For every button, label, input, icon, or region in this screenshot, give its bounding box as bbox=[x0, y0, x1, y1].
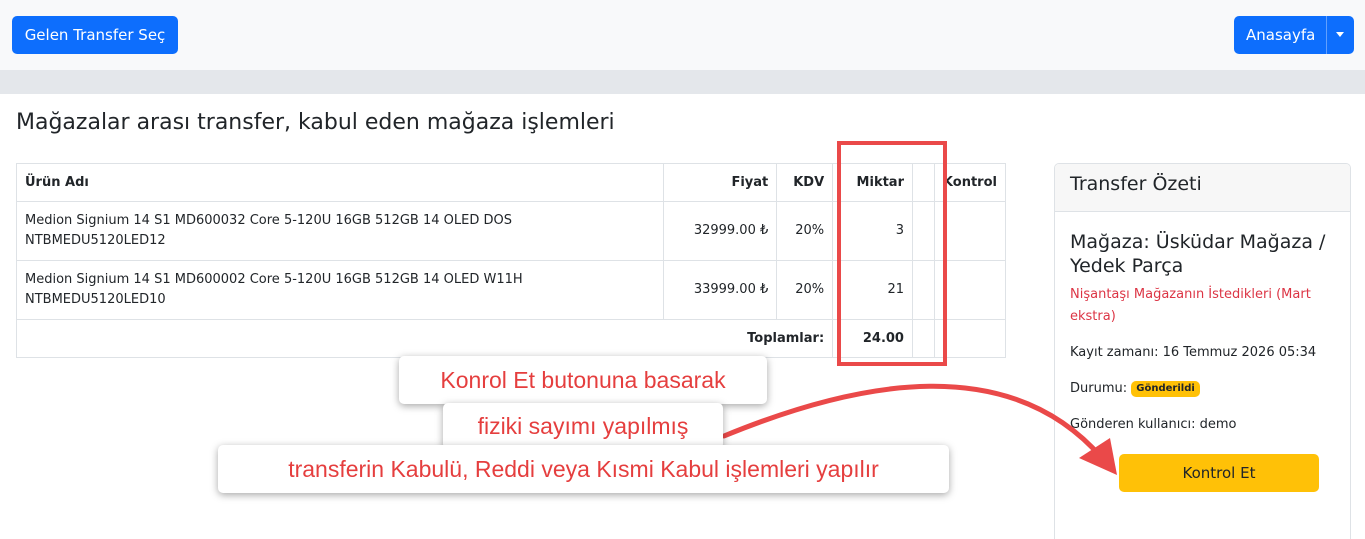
header-quantity: Miktar bbox=[832, 163, 913, 202]
annotation-callout-3: transferin Kabulü, Reddi veya Kısmi Kabu… bbox=[218, 445, 949, 493]
totals-quantity: 24.00 bbox=[832, 319, 913, 358]
kdv-cell: 20% bbox=[776, 201, 834, 261]
annotation-callout-1: Konrol Et butonuna basarak bbox=[399, 356, 767, 404]
transfer-items-table: Ürün Adı Fiyat KDV Miktar Kontrol Medion… bbox=[15, 163, 1007, 358]
header-price: Fiyat bbox=[662, 163, 778, 202]
product-code: NTBMEDU5120LED12 bbox=[25, 233, 166, 248]
transfer-summary-card: Transfer Özeti Mağaza: Üsküdar Mağaza / … bbox=[1054, 163, 1351, 539]
header-empty bbox=[911, 163, 935, 202]
store-name: Mağaza: Üsküdar Mağaza / Yedek Parça bbox=[1070, 231, 1326, 277]
table-header-row: Ürün Adı Fiyat KDV Miktar Kontrol bbox=[16, 163, 1007, 202]
sender-user: Gönderen kullanıcı: demo bbox=[1070, 417, 1237, 432]
empty-cell bbox=[911, 201, 935, 261]
status-label: Durumu: bbox=[1070, 381, 1128, 396]
price-cell: 33999.00 ₺ bbox=[662, 260, 778, 320]
summary-card-body: Mağaza: Üsküdar Mağaza / Yedek Parça Niş… bbox=[1055, 212, 1350, 452]
chevron-down-icon[interactable] bbox=[1336, 32, 1344, 37]
summary-card-title: Transfer Özeti bbox=[1055, 164, 1350, 212]
control-cell bbox=[933, 319, 1007, 358]
product-name: Medion Signium 14 S1 MD600032 Core 5-120… bbox=[25, 213, 512, 228]
control-button[interactable]: Kontrol Et bbox=[1119, 454, 1319, 492]
dropdown-separator bbox=[1326, 16, 1327, 54]
control-cell bbox=[933, 260, 1007, 320]
totals-row: Toplamlar: 24.00 bbox=[15, 319, 1007, 358]
product-code: NTBMEDU5120LED10 bbox=[25, 292, 166, 307]
header-kdv: KDV bbox=[776, 163, 834, 202]
totals-label: Toplamlar: bbox=[15, 319, 834, 358]
product-name: Medion Signium 14 S1 MD600002 Core 5-120… bbox=[25, 272, 523, 287]
quantity-cell: 21 bbox=[832, 260, 913, 320]
annotation-callout-2: fiziki sayımı yapılmış bbox=[443, 403, 723, 449]
record-time: Kayıt zamanı: 16 Temmuz 2026 05:34 bbox=[1070, 345, 1317, 360]
table-row: Medion Signium 14 S1 MD600032 Core 5-120… bbox=[16, 201, 1007, 261]
product-name-cell: Medion Signium 14 S1 MD600032 Core 5-120… bbox=[16, 201, 664, 261]
navbar-shadow bbox=[0, 70, 1365, 94]
price-cell: 32999.00 ₺ bbox=[662, 201, 778, 261]
empty-cell bbox=[911, 319, 935, 358]
table-row: Medion Signium 14 S1 MD600002 Core 5-120… bbox=[16, 260, 1007, 320]
status-row: Durumu: Gönderildi bbox=[1070, 378, 1335, 400]
header-control: Kontrol bbox=[933, 163, 1007, 202]
transfer-note: Nişantaşı Mağazanın İstedikleri (Mart ek… bbox=[1070, 287, 1311, 324]
home-button-label: Anasayfa bbox=[1246, 26, 1316, 44]
incoming-transfer-select-button[interactable]: Gelen Transfer Seç bbox=[12, 16, 178, 54]
control-cell bbox=[933, 201, 1007, 261]
page-title: Mağazalar arası transfer, kabul eden mağ… bbox=[16, 110, 615, 135]
kdv-cell: 20% bbox=[776, 260, 834, 320]
header-product-name: Ürün Adı bbox=[16, 163, 664, 202]
product-name-cell: Medion Signium 14 S1 MD600002 Core 5-120… bbox=[16, 260, 664, 320]
top-navbar bbox=[0, 0, 1365, 70]
quantity-cell: 3 bbox=[832, 201, 913, 261]
status-badge: Gönderildi bbox=[1131, 380, 1200, 397]
home-dropdown-button[interactable]: Anasayfa bbox=[1234, 16, 1354, 54]
empty-cell bbox=[911, 260, 935, 320]
